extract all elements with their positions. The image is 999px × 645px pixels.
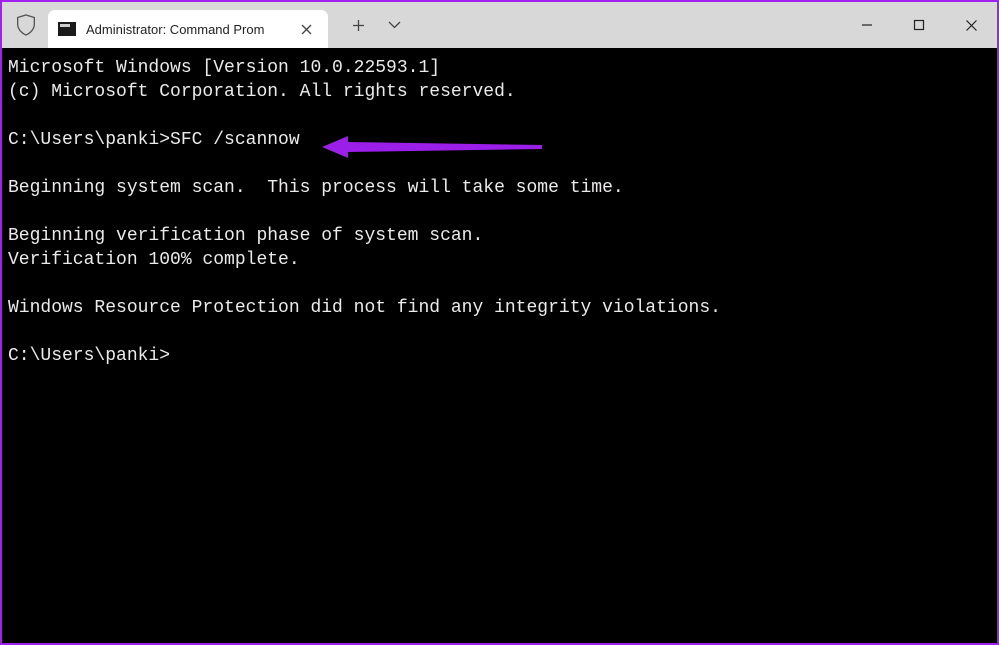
titlebar[interactable]: Administrator: Command Prom xyxy=(2,2,997,48)
maximize-icon xyxy=(913,19,925,31)
tab-actions xyxy=(340,2,412,48)
tab-dropdown-button[interactable] xyxy=(376,7,412,43)
chevron-down-icon xyxy=(388,21,401,29)
tab-title: Administrator: Command Prom xyxy=(86,22,286,37)
maximize-button[interactable] xyxy=(893,2,945,48)
terminal-blank xyxy=(8,320,991,344)
terminal-area[interactable]: Microsoft Windows [Version 10.0.22593.1]… xyxy=(2,48,997,643)
window-frame: Administrator: Command Prom xyxy=(2,2,997,643)
terminal-command: SFC /scannow xyxy=(170,128,300,152)
terminal-blank xyxy=(8,152,991,176)
shield-icon xyxy=(2,2,42,48)
terminal-line: Microsoft Windows [Version 10.0.22593.1] xyxy=(8,56,991,80)
cmd-icon xyxy=(58,22,76,36)
terminal-blank xyxy=(8,272,991,296)
terminal-prompt: C:\Users\panki> xyxy=(8,344,991,368)
window-controls xyxy=(841,2,997,48)
terminal-line: Beginning verification phase of system s… xyxy=(8,224,991,248)
terminal-line: Windows Resource Protection did not find… xyxy=(8,296,991,320)
terminal-command-line: C:\Users\panki>SFC /scannow xyxy=(8,128,991,152)
plus-icon xyxy=(352,19,365,32)
close-icon xyxy=(301,24,312,35)
minimize-button[interactable] xyxy=(841,2,893,48)
active-tab[interactable]: Administrator: Command Prom xyxy=(48,10,328,48)
terminal-line: Beginning system scan. This process will… xyxy=(8,176,991,200)
close-window-button[interactable] xyxy=(945,2,997,48)
terminal-line: Verification 100% complete. xyxy=(8,248,991,272)
terminal-blank xyxy=(8,200,991,224)
terminal-prompt: C:\Users\panki> xyxy=(8,128,170,152)
close-tab-button[interactable] xyxy=(294,17,318,41)
new-tab-button[interactable] xyxy=(340,7,376,43)
terminal-blank xyxy=(8,104,991,128)
minimize-icon xyxy=(861,19,873,31)
terminal-line: (c) Microsoft Corporation. All rights re… xyxy=(8,80,991,104)
close-icon xyxy=(965,19,978,32)
